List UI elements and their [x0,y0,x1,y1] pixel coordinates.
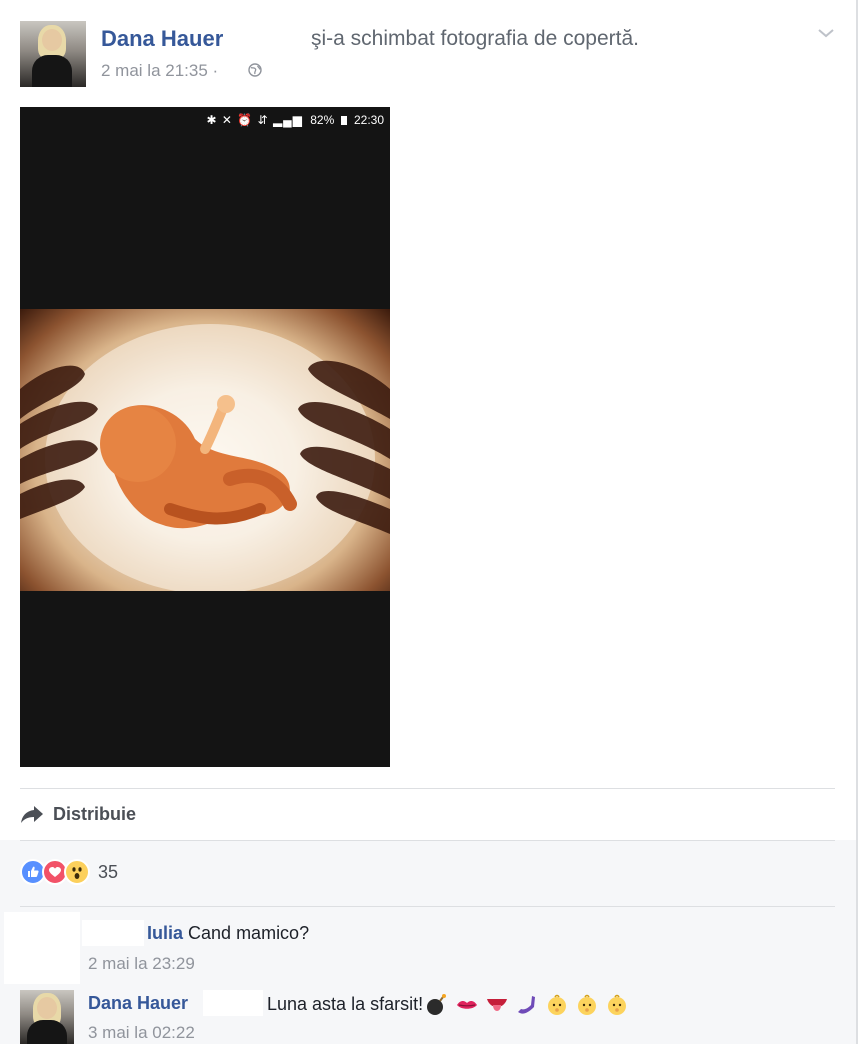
comment-text: Luna asta la sfarsit! [267,993,424,1014]
redacted-name-block [82,920,144,946]
reactions-summary[interactable]: 35 [20,859,118,885]
comment-avatar-redacted [4,912,80,984]
bomb-icon [427,994,447,1015]
share-label: Distribuie [53,803,137,824]
comment-1: Iulia Cand mamico? [147,923,309,944]
battery-icon [340,116,347,125]
comment-2-body: Luna asta la sfarsit! [267,993,635,1017]
share-button[interactable]: Distribuie [20,801,136,827]
wow-reaction-icon [64,859,90,885]
baby-icon [578,994,597,1015]
comment-2: Dana Hauer [88,993,188,1014]
comment-timestamp[interactable]: 2 mai la 23:29 [88,954,195,974]
redacted-name-block [203,990,263,1016]
chevron-down-icon[interactable] [817,26,835,40]
comments-divider [20,906,835,907]
status-time: 22:30 [353,113,384,127]
actions-top-divider [20,788,835,789]
phone-status-bar: ✱ ✕ ⏰ ⇵ ▂▄▆ 82% 22:30 [20,107,390,133]
globe-icon[interactable] [248,63,262,77]
post-author-name[interactable]: Dana Hauer [101,26,223,52]
share-arrow-icon [21,806,43,823]
status-icons: ✱ ✕ ⏰ ⇵ ▂▄▆ [206,113,303,127]
reaction-count[interactable]: 35 [98,862,118,883]
tongue-icon [487,999,508,1011]
cover-photo[interactable]: ✱ ✕ ⏰ ⇵ ▂▄▆ 82% 22:30 [20,107,390,767]
kiss-mark-icon [457,1001,478,1009]
post-action-text: şi-a schimbat fotografia de copertă. [311,27,640,50]
comment-timestamp[interactable]: 3 mai la 02:22 [88,1023,195,1043]
comment-author-avatar[interactable] [20,990,74,1044]
comment-author[interactable]: Dana Hauer [88,993,188,1013]
feed-post: Dana Hauer şi-a schimbat fotografia de c… [0,0,858,1044]
baby-icon [608,994,627,1015]
emoji-row [425,993,635,1017]
post-timestamp[interactable]: 2 mai la 21:35 · [101,61,218,81]
baby-icon [548,994,567,1015]
battery-level: 82% [310,113,335,127]
comments-top-divider [20,840,835,841]
phone-icon [518,996,536,1014]
comment-author[interactable]: Iulia [147,923,183,943]
comment-text: Cand mamico? [188,923,310,943]
author-avatar[interactable] [20,21,86,87]
embryo-illustration [20,309,390,591]
